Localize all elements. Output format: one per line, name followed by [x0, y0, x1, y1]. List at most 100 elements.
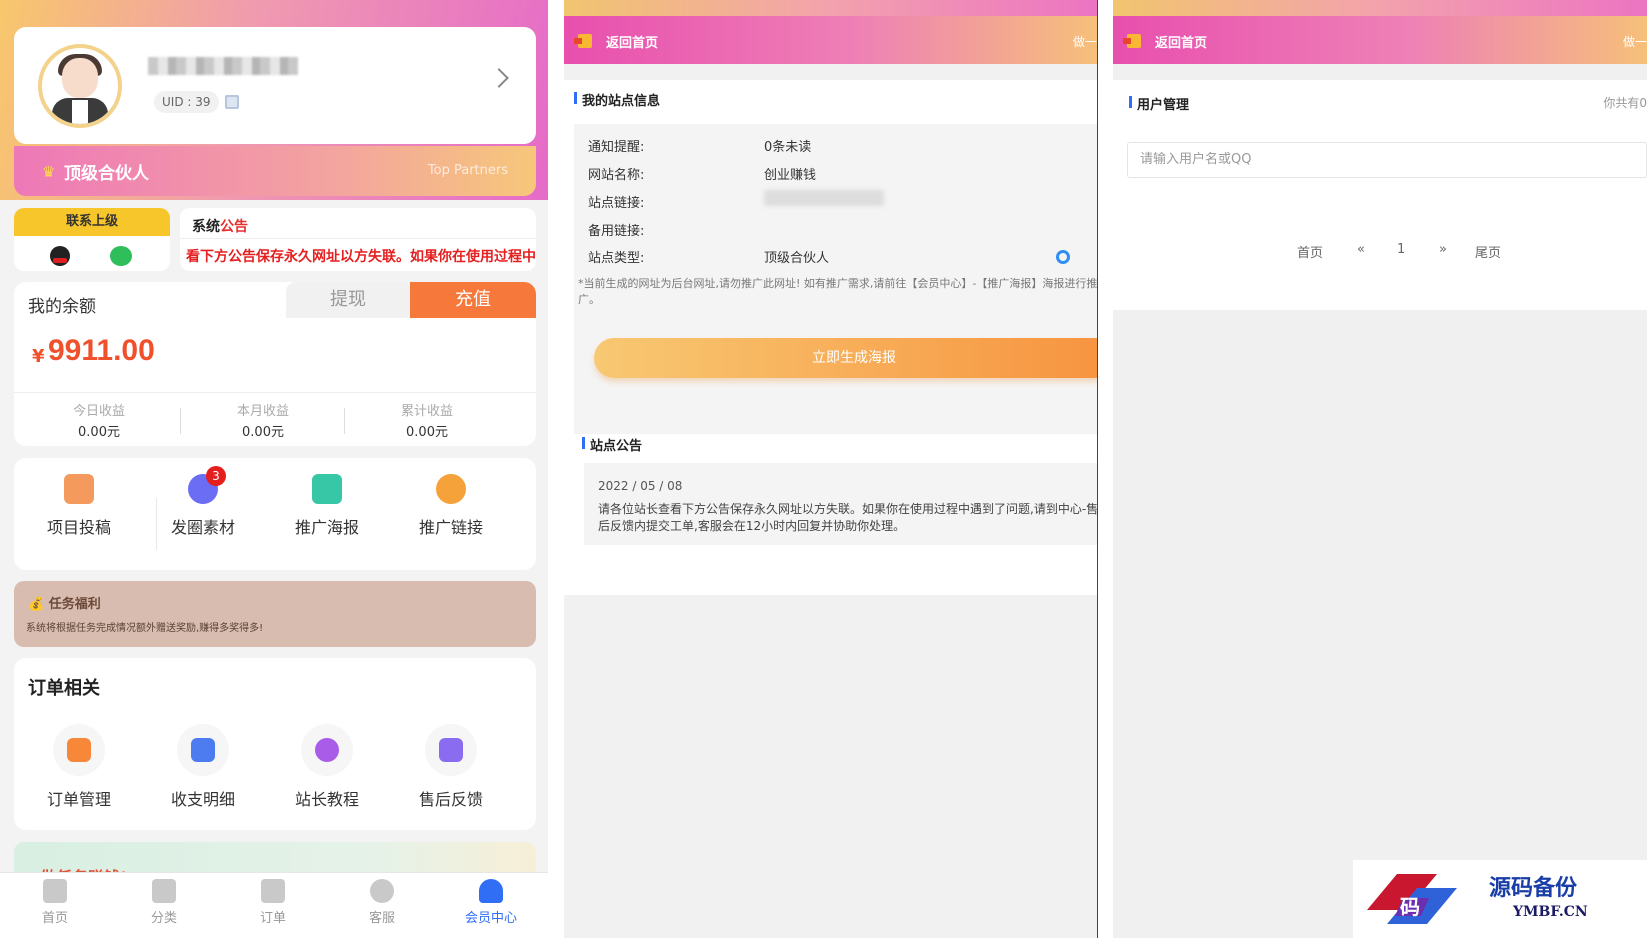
order-section-title: 订单相关 [28, 678, 100, 699]
copy-icon[interactable] [225, 95, 239, 109]
stat-today: 今日收益 0.00元 [14, 400, 184, 440]
back-home-icon[interactable] [1123, 34, 1141, 48]
crown-icon: ♛ [42, 163, 56, 181]
balance-label: 我的余额 [28, 297, 96, 317]
search-input[interactable]: 请输入用户名或QQ [1127, 142, 1647, 178]
pager-first[interactable]: 首页 [1297, 242, 1323, 261]
pager-next[interactable]: » [1439, 242, 1447, 257]
order-section: 订单相关 订单管理 收支明细 站长教程 售后反馈 [14, 658, 536, 830]
recharge-button[interactable]: 充值 [410, 282, 536, 318]
stat-month: 本月收益 0.00元 [178, 400, 348, 440]
tool-promo-poster[interactable]: 推广海报 [262, 474, 392, 538]
site-name-value: 创业赚钱 [764, 168, 817, 183]
withdraw-button[interactable]: 提现 [286, 282, 410, 318]
icon-fill [315, 738, 339, 762]
icon-fill [67, 738, 91, 762]
notification-value[interactable]: 0条未读 [764, 136, 811, 155]
panel-divider [1097, 0, 1098, 938]
watermark: 码 源码备份 YMBF.CN [1353, 860, 1647, 938]
info-key: 通知提醒: [588, 140, 645, 155]
gear-icon[interactable] [1056, 250, 1070, 264]
grid-icon [152, 879, 176, 903]
uid-badge: UID : 39 [154, 91, 219, 113]
order-item-label: 订单管理 [46, 790, 111, 809]
chevron-right-icon[interactable] [489, 68, 509, 88]
tab-member-center[interactable]: 会员中心 [436, 879, 546, 926]
stat-value: 0.00元 [406, 425, 448, 440]
tool-promo-link[interactable]: 推广链接 [386, 474, 516, 538]
top-strip [1113, 0, 1647, 16]
tool-moments-material[interactable]: 发圈素材 [138, 474, 268, 538]
blurred-site-link[interactable] [764, 190, 884, 206]
announcement-title: 站点公告 [582, 435, 642, 454]
header-right-text: 做一 [1622, 35, 1647, 49]
stat-total: 累计收益 0.00元 [342, 400, 512, 440]
section-title: 我的站点信息 [574, 90, 660, 109]
tab-home[interactable]: 首页 [0, 879, 110, 926]
stat-label: 今日收益 [72, 404, 125, 419]
document-edit-icon [64, 474, 94, 504]
partner-level-bar: ♛ 顶级合伙人 Top Partners [14, 146, 536, 196]
poster-tip: *当前生成的网址为后台网址,请勿推广此网址! 如有推广需求,请前往【会员中心】-… [578, 277, 1097, 306]
tab-label: 订单 [259, 911, 286, 926]
income-expense[interactable]: 收支明细 [138, 724, 268, 810]
pager-page-1[interactable]: 1 [1397, 242, 1405, 257]
link-icon [436, 474, 466, 504]
tool-project-submit[interactable]: 项目投稿 [14, 474, 144, 538]
announcement-date: 2022 / 05 / 08 [598, 479, 683, 493]
tab-category[interactable]: 分类 [109, 879, 219, 926]
profile-card[interactable]: UID : 39 [14, 27, 536, 144]
back-home-link[interactable]: 返回首页 [1155, 32, 1207, 51]
task-reward-title: 💰 任务福利 [28, 597, 101, 612]
watermark-cn: 源码备份 [1489, 875, 1578, 901]
after-sales-feedback[interactable]: 售后反馈 [386, 724, 516, 810]
watermark-glyph: 码 [1400, 895, 1420, 919]
headset-icon [370, 879, 394, 903]
back-home-link[interactable]: 返回首页 [606, 32, 658, 51]
tab-orders[interactable]: 订单 [218, 879, 328, 926]
site-info-section: 我的站点信息 通知提醒: 0条未读 网站名称: 创业赚钱 站点链接: 备用链接:… [564, 80, 1097, 595]
order-item-label: 售后反馈 [418, 790, 483, 809]
contact-superior-card: 联系上级 [14, 208, 170, 271]
order-item-label: 收支明细 [170, 790, 235, 809]
back-home-icon[interactable] [574, 34, 592, 48]
partner-level-label: 顶级合伙人 [64, 164, 149, 184]
tab-label: 分类 [150, 911, 177, 926]
order-management[interactable]: 订单管理 [14, 724, 144, 810]
tools-grid: 项目投稿 发圈素材 3 推广海报 推广链接 [14, 458, 536, 570]
header-right-text: 做一 [1072, 35, 1097, 49]
order-list-icon [53, 724, 105, 776]
site-header: 返回首页 做一 [564, 16, 1097, 64]
image-icon [312, 474, 342, 504]
task-reward-banner[interactable]: 💰 任务福利 系统将根据任务完成情况额外赠送奖励,赚得多奖得多! [14, 581, 536, 647]
tab-label: 会员中心 [464, 911, 517, 926]
pager-last[interactable]: 尾页 [1475, 242, 1501, 261]
contact-superior-title: 联系上级 [14, 208, 170, 236]
tab-label: 客服 [368, 911, 395, 926]
home-icon [43, 879, 67, 903]
stat-label: 累计收益 [400, 404, 453, 419]
avatar[interactable] [38, 44, 122, 128]
avatar-shirt [72, 100, 88, 124]
generate-poster-button[interactable]: 立即生成海报 [594, 338, 1097, 378]
partner-level-en: Top Partners [427, 163, 508, 178]
avatar-face [62, 58, 98, 98]
info-key: 站点链接: [588, 196, 645, 211]
pager-prev[interactable]: « [1357, 242, 1365, 257]
qq-icon[interactable] [50, 246, 70, 266]
info-key: 网站名称: [588, 168, 645, 183]
tab-label: 首页 [41, 911, 68, 926]
notice-title-b: 公告 [220, 219, 248, 235]
user-management-section: 用户管理 你共有0 请输入用户名或QQ 首页 « 1 » 尾页 [1113, 80, 1647, 310]
system-notice-card[interactable]: 系统公告 看下方公告保存永久网址以方失联。如果你在使用过程中 [180, 208, 536, 271]
webmaster-tutorial[interactable]: 站长教程 [262, 724, 392, 810]
system-notice-title: 系统公告 [192, 216, 248, 236]
user-management-panel: 返回首页 做一 用户管理 你共有0 请输入用户名或QQ 首页 « 1 » 尾页 [1097, 0, 1647, 938]
task-title-text: 任务福利 [48, 597, 101, 612]
tab-service[interactable]: 客服 [327, 879, 437, 926]
balance-value: 9911.00 [48, 334, 155, 367]
icon-fill [191, 738, 215, 762]
task-reward-desc: 系统将根据任务完成情况额外赠送奖励,赚得多奖得多! [26, 623, 264, 634]
info-key: 备用链接: [588, 224, 645, 239]
wechat-icon[interactable] [110, 246, 132, 266]
